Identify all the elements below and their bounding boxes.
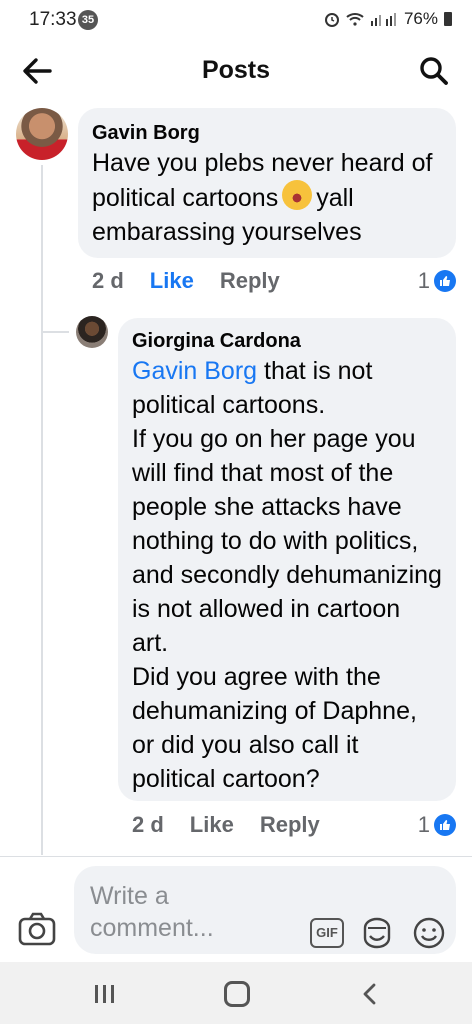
battery-icon	[444, 12, 452, 26]
signal-icon	[370, 13, 396, 26]
comment-bubble[interactable]: Giorgina Cardona Gavin Borg that is not …	[118, 318, 456, 801]
comment-text: Have you plebs never heard of political …	[92, 146, 442, 249]
comment-text: Gavin Borg that is not political cartoon…	[132, 354, 442, 796]
thread-line	[41, 165, 43, 855]
reaction-count: 1	[417, 268, 430, 293]
emoji-icon[interactable]	[412, 916, 446, 950]
comment-actions: 2 d Like Reply	[132, 812, 320, 838]
comment-text-part: Have you plebs never heard of political …	[92, 149, 433, 212]
nav-back-icon[interactable]	[358, 982, 382, 1006]
home-icon[interactable]	[224, 981, 250, 1007]
reaction-summary[interactable]: 1	[418, 268, 456, 294]
reaction-summary[interactable]: 1	[418, 812, 456, 838]
status-icons: 76%	[324, 9, 452, 29]
comment-input[interactable]: Write a comment... GIF	[74, 866, 456, 954]
thread-branch	[41, 331, 69, 333]
comment-bubble[interactable]: Gavin Borg Have you plebs never heard of…	[78, 108, 456, 258]
gif-button[interactable]: GIF	[310, 918, 344, 948]
notification-count-badge: 35	[78, 10, 98, 30]
system-nav-bar	[0, 962, 472, 1024]
battery-percent: 76%	[403, 9, 438, 28]
reply-button[interactable]: Reply	[260, 812, 320, 838]
thumbs-up-icon	[434, 270, 456, 292]
comment-text-part: that is not political cartoons. If you g…	[132, 357, 442, 793]
rolling-laughing-emoji-icon	[282, 180, 313, 210]
page-title: Posts	[201, 56, 271, 84]
thumbs-up-icon	[434, 814, 456, 836]
reaction-count: 1	[417, 812, 430, 837]
wifi-icon	[346, 13, 364, 26]
reply-button[interactable]: Reply	[220, 268, 280, 294]
avatar[interactable]	[16, 108, 68, 160]
recent-apps-icon[interactable]	[92, 982, 118, 1006]
sticker-icon[interactable]	[360, 916, 394, 950]
comment-author[interactable]: Gavin Borg	[92, 120, 442, 146]
mention-link[interactable]: Gavin Borg	[132, 357, 257, 385]
like-button[interactable]: Like	[190, 812, 234, 838]
avatar[interactable]	[76, 316, 108, 348]
comment-actions: 2 d Like Reply	[92, 268, 280, 294]
comment-age: 2 d	[132, 812, 164, 837]
comment-author[interactable]: Giorgina Cardona	[132, 328, 442, 354]
comment-composer: Write a comment... GIF	[0, 856, 472, 962]
search-icon[interactable]	[418, 55, 450, 87]
alarm-icon	[324, 13, 339, 27]
like-button[interactable]: Like	[150, 268, 194, 294]
camera-icon[interactable]	[18, 912, 56, 946]
status-time: 17:33	[29, 9, 77, 30]
status-bar: 17:33 35 76%	[0, 0, 472, 40]
comment-age: 2 d	[92, 268, 124, 293]
comment-placeholder: Write a comment...	[90, 882, 214, 942]
header: Posts	[0, 40, 472, 102]
